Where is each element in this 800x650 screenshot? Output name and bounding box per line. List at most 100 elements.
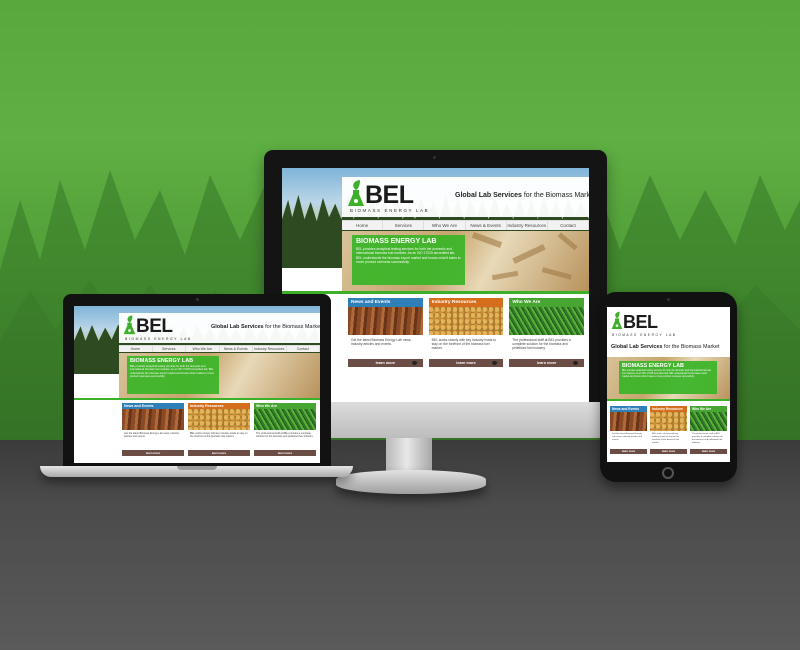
button-label: learn more xyxy=(621,450,636,453)
card-title[interactable]: News and Events xyxy=(348,298,423,307)
learn-more-button[interactable]: learn more xyxy=(610,449,647,454)
card-image xyxy=(188,409,250,430)
card-text: Get the latest Biomass Energy Lab news, … xyxy=(351,338,412,347)
nav-news-events[interactable]: News & Events xyxy=(466,221,507,230)
flask-leaf-icon xyxy=(611,311,623,329)
site-header: BEL BIOMASS ENERGY LAB Global Lab Servic… xyxy=(342,177,589,217)
nav-news-events[interactable]: News & Events xyxy=(220,346,253,352)
button-label: learn more xyxy=(536,361,557,365)
learn-more-button[interactable]: learn more xyxy=(690,449,727,454)
feature-cards: News and Events Get the latest Biomass E… xyxy=(348,298,585,372)
flask-leaf-icon xyxy=(123,315,136,335)
button-label: learn more xyxy=(661,450,676,453)
card-news: News and Events Get the latest Biomass E… xyxy=(610,406,647,456)
learn-more-button[interactable]: learn more xyxy=(122,450,184,456)
tagline-rest: for the Biomass Market xyxy=(521,192,589,199)
card-news: News and Events Get the latest Biomass E… xyxy=(348,298,423,372)
button-label: learn more xyxy=(277,451,293,455)
site-tagline: Global Lab Services for the Biomass Mark… xyxy=(211,324,320,330)
promo-box: BIOMASS ENERGY LAB BEL provides analytic… xyxy=(352,235,465,285)
card-text: BEL works closely with key industry lead… xyxy=(652,433,680,444)
promo-text: BEL provides analytical testing services… xyxy=(622,370,712,378)
promo-title: BIOMASS ENERGY LAB xyxy=(356,238,437,245)
nav-who-we-are[interactable]: Who We Are xyxy=(424,221,466,230)
tagline-bold: Global Lab Services xyxy=(611,344,663,350)
card-image xyxy=(610,412,647,431)
card-industry: Industry Resources BEL works closely wit… xyxy=(650,406,687,456)
learn-more-button[interactable]: learn more xyxy=(188,450,250,456)
site-logo[interactable]: BEL xyxy=(611,311,658,331)
wood-chips-banner: BIOMASS ENERGY LAB BEL provides analytic… xyxy=(342,231,589,291)
site-header: BEL BIOMASS ENERGY LAB Global Lab Servic… xyxy=(607,307,730,354)
laptop-notch xyxy=(177,466,217,470)
card-text: Get the latest Biomass Energy Lab news, … xyxy=(124,432,180,439)
nav-industry-resources[interactable]: Industry Resources xyxy=(253,346,287,352)
site-tagline: Global Lab Services for the Biomass Mark… xyxy=(455,192,589,199)
card-title[interactable]: Who We Are xyxy=(509,298,585,307)
site-header: BEL BIOMASS ENERGY LAB Global Lab Servic… xyxy=(119,313,320,343)
button-label: learn more xyxy=(145,451,161,455)
promo-text: BEL provides analytical testing services… xyxy=(130,365,214,379)
feature-cards: News and Events Get the latest Biomass E… xyxy=(610,406,727,456)
learn-more-button[interactable]: learn more xyxy=(254,450,316,456)
logo-subtitle: BIOMASS ENERGY LAB xyxy=(612,333,677,337)
nav-industry-resources[interactable]: Industry Resources xyxy=(507,221,548,230)
card-image xyxy=(254,409,316,430)
card-text: BEL works closely with key industry lead… xyxy=(190,432,248,439)
card-who: Who We Are The professional staff at BEL… xyxy=(254,403,316,459)
laptop-camera xyxy=(196,298,199,301)
learn-more-button[interactable]: learn more xyxy=(428,359,504,367)
nav-services[interactable]: Services xyxy=(153,346,186,352)
card-image xyxy=(509,307,585,335)
card-text: The professional staff at BEL provides a… xyxy=(692,433,723,444)
card-industry: Industry Resources BEL works closely wit… xyxy=(188,403,250,459)
feature-cards: News and Events Get the latest Biomass E… xyxy=(122,403,316,459)
promo-box: BIOMASS ENERGY LAB BEL provides analytic… xyxy=(619,361,717,394)
tagline-bold: Global Lab Services xyxy=(455,192,522,199)
green-divider xyxy=(74,398,320,400)
main-nav: Home Services Who We Are News & Events I… xyxy=(119,345,320,352)
site-tagline: Global Lab Services for the Biomass Mark… xyxy=(611,344,719,350)
card-title[interactable]: Industry Resources xyxy=(428,298,504,307)
card-news: News and Events Get the latest Biomass E… xyxy=(122,403,184,459)
nav-contact[interactable]: Contact xyxy=(548,221,589,230)
tagline-bold: Global Lab Services xyxy=(211,324,264,330)
nav-services[interactable]: Services xyxy=(383,221,425,230)
nav-contact[interactable]: Contact xyxy=(287,346,320,352)
card-text: The professional staff at BEL provides a… xyxy=(512,338,571,351)
card-text: The professional staff at BEL provides a… xyxy=(256,432,314,439)
wood-chips-banner: BIOMASS ENERGY LAB BEL provides analytic… xyxy=(119,353,320,398)
nav-home[interactable]: Home xyxy=(342,221,384,230)
nav-who-we-are[interactable]: Who We Are xyxy=(186,346,220,352)
arrow-icon xyxy=(411,361,417,365)
button-label: learn more xyxy=(456,361,476,365)
tablet-screen: BEL BIOMASS ENERGY LAB Global Lab Servic… xyxy=(607,307,730,462)
promo-title: BIOMASS ENERGY LAB xyxy=(130,358,194,364)
logo-subtitle: BIOMASS ENERGY LAB xyxy=(125,337,192,341)
tablet-home-button[interactable] xyxy=(662,467,674,479)
green-divider xyxy=(282,291,589,294)
site-logo[interactable]: BEL xyxy=(123,315,173,336)
button-label: learn more xyxy=(701,450,716,453)
card-industry: Industry Resources BEL works closely wit… xyxy=(428,298,504,372)
promo-title: BIOMASS ENERGY LAB xyxy=(622,363,684,369)
learn-more-button[interactable]: learn more xyxy=(650,449,687,454)
card-image xyxy=(650,412,687,431)
flask-leaf-icon xyxy=(348,180,364,206)
logo-text: BEL xyxy=(136,316,173,337)
card-image xyxy=(428,307,504,335)
promo-box: BIOMASS ENERGY LAB BEL provides analytic… xyxy=(127,356,219,394)
learn-more-button[interactable]: learn more xyxy=(509,359,585,367)
monitor-stand-foot xyxy=(336,470,486,494)
nav-home[interactable]: Home xyxy=(119,346,153,352)
logo-subtitle: BIOMASS ENERGY LAB xyxy=(350,208,430,213)
card-text: Get the latest Biomass Energy Lab news, … xyxy=(612,433,643,441)
site-logo[interactable]: BEL xyxy=(347,180,414,208)
card-image xyxy=(690,412,727,431)
card-who: Who We Are The professional staff at BEL… xyxy=(690,406,727,456)
logo-text: BEL xyxy=(623,312,658,332)
learn-more-button[interactable]: learn more xyxy=(348,359,423,367)
card-image xyxy=(348,307,423,335)
green-divider xyxy=(607,399,730,401)
tagline-rest: for the Biomass Market xyxy=(662,344,720,350)
